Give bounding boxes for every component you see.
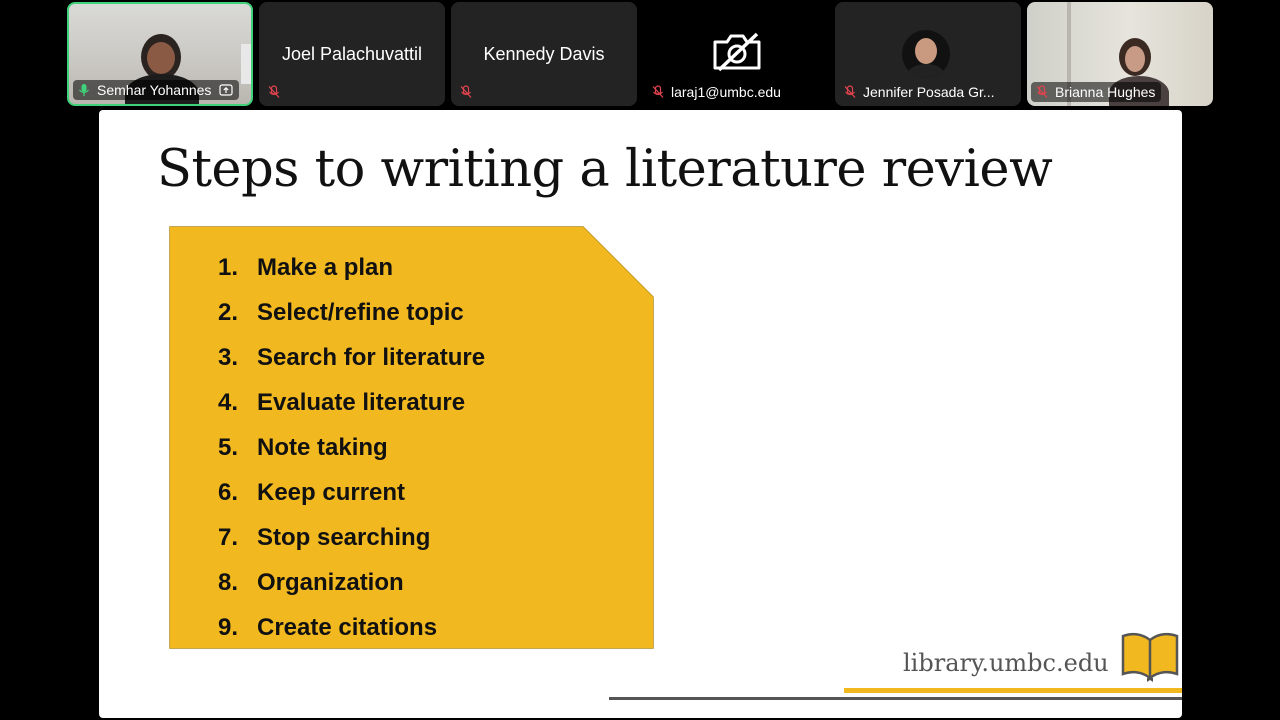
steps-list: 1. Make a plan 2. Select/refine topic 3. Se… (198, 245, 485, 650)
footer-gold-rule (844, 688, 1182, 693)
footer-url: library.umbc.edu (903, 649, 1109, 677)
mic-muted-icon (652, 85, 664, 98)
mic-on-icon (79, 84, 89, 96)
participant-tile-jennifer[interactable]: Jennifer Posada Gr... (835, 2, 1021, 106)
participant-tile-brianna[interactable]: Brianna Hughes (1027, 2, 1213, 106)
mic-muted-icon (1036, 85, 1048, 98)
participant-name: laraj1@umbc.edu (671, 84, 781, 100)
participant-name-label: laraj1@umbc.edu (647, 82, 787, 102)
avatar (902, 30, 950, 78)
participant-tile-semhar[interactable]: Semhar Yohannes (67, 2, 253, 106)
mic-muted-icon (460, 85, 472, 98)
participant-strip: Semhar Yohannes Joel Palachuvattil Kenne… (0, 2, 1280, 106)
list-item: 7. Stop searching (217, 523, 431, 551)
participant-name-label: Brianna Hughes (1031, 82, 1162, 102)
participant-name-label: Jennifer Posada Gr... (839, 82, 1001, 102)
share-screen-icon (219, 84, 234, 96)
list-item: 1. Make a plan (217, 253, 394, 281)
list-item: 3. Search for literature (217, 343, 486, 371)
slide-title: Steps to writing a literature review (157, 140, 1053, 199)
shared-screen-slide: Steps to writing a literature review 1. M… (99, 110, 1182, 718)
list-item: 6. Keep current (217, 478, 406, 506)
participant-name: Jennifer Posada Gr... (863, 84, 995, 100)
list-item: 8. Organization (217, 568, 404, 596)
participant-name-label: Semhar Yohannes (73, 80, 240, 100)
participant-name: Brianna Hughes (1055, 84, 1156, 100)
list-item: 9. Create citations (217, 613, 438, 641)
list-item: 4. Evaluate literature (217, 388, 466, 416)
participant-display-name: Joel Palachuvattil (281, 44, 423, 64)
participant-status (455, 82, 485, 102)
list-item: 2. Select/refine topic (217, 298, 464, 326)
list-item: 5. Note taking (217, 433, 388, 461)
participant-name: Semhar Yohannes (97, 82, 212, 98)
participant-status (263, 82, 293, 102)
mic-muted-icon (844, 85, 856, 98)
participant-display-name: Kennedy Davis (483, 44, 605, 64)
participant-tile-kennedy[interactable]: Kennedy Davis (451, 2, 637, 106)
mic-muted-icon (268, 85, 280, 98)
book-logo-icon (1121, 632, 1179, 682)
participant-tile-laraj1[interactable]: laraj1@umbc.edu (643, 2, 829, 106)
participant-tile-joel[interactable]: Joel Palachuvattil (259, 2, 445, 106)
footer-gray-rule (609, 697, 1182, 700)
camera-off-icon (713, 32, 761, 72)
